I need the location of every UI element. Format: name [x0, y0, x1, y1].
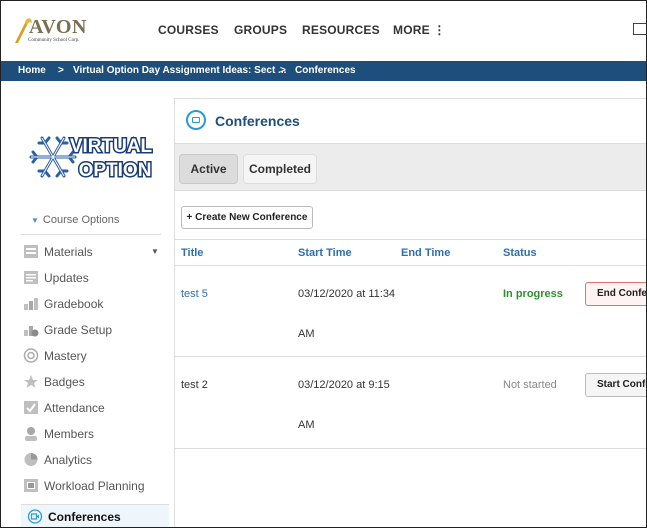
nav-resources[interactable]: RESOURCES: [302, 23, 380, 37]
sidebar-item-label: Workload Planning: [44, 479, 145, 493]
materials-icon: [24, 245, 38, 258]
attendance-icon: [24, 401, 38, 414]
course-sidebar: VIRTUAL OPTION ▼ Course Options Materials…: [1, 81, 169, 527]
sidebar-item-badges[interactable]: Badges: [23, 372, 169, 394]
nav-courses[interactable]: COURSES: [158, 23, 219, 37]
divider: [175, 239, 646, 240]
conference-icon: [186, 110, 206, 130]
gradebook-icon: [24, 298, 38, 310]
brand-name: AVON: [29, 16, 87, 38]
start-time-suffix: AM: [298, 328, 315, 340]
updates-icon: [24, 271, 38, 284]
page-header: Conferences: [175, 99, 646, 143]
brand-subtitle: Community School Corp.: [28, 38, 80, 43]
nav-more[interactable]: MORE ⋮: [393, 23, 446, 37]
workload-icon: [24, 479, 38, 492]
messages-icon[interactable]: [633, 23, 646, 35]
sidebar-item-members[interactable]: Members: [23, 424, 169, 446]
sidebar-item-label: Grade Setup: [44, 323, 113, 337]
sidebar-item-label: Mastery: [44, 349, 87, 363]
badges-icon: [24, 375, 38, 388]
members-icon: [25, 427, 37, 441]
conferences-panel: Conferences Active Completed + Create Ne…: [174, 98, 646, 527]
course-logo: VIRTUAL OPTION: [23, 112, 157, 202]
conference-icon: [27, 509, 43, 524]
tab-bar: Active Completed: [175, 143, 646, 191]
sidebar-item-label: Members: [44, 427, 95, 441]
end-conference-button[interactable]: End Conference: [585, 282, 646, 306]
sidebar-item-label: Attendance: [44, 401, 105, 415]
avon-logo[interactable]: AVON Community School Corp.: [13, 15, 121, 45]
breadcrumb-separator: >: [58, 65, 64, 76]
sidebar-item-label: Conferences: [48, 510, 121, 524]
divider: [175, 265, 646, 266]
column-header-end-time: End Time: [401, 247, 451, 259]
start-time: 03/12/2020 at 9:15: [298, 379, 390, 391]
conference-title-link[interactable]: test 5: [181, 288, 208, 300]
column-header-start-time: Start Time: [298, 247, 352, 259]
tab-completed[interactable]: Completed: [243, 154, 317, 184]
mastery-icon: [23, 348, 39, 363]
start-time-suffix: AM: [298, 419, 315, 431]
start-conference-button[interactable]: Start Conference: [585, 373, 646, 397]
column-header-status: Status: [503, 247, 537, 259]
sidebar-item-label: Analytics: [44, 453, 93, 467]
divider: [175, 356, 646, 357]
divider: [175, 448, 646, 449]
page-title: Conferences: [215, 113, 300, 129]
conference-title: test 2: [181, 379, 208, 391]
breadcrumb: Home > Virtual Option Day Assignment Ide…: [1, 61, 646, 81]
nav-groups[interactable]: GROUPS: [234, 23, 287, 37]
grade-setup-icon: [24, 326, 39, 337]
sidebar-item-label: Gradebook: [44, 297, 104, 311]
create-conference-button[interactable]: + Create New Conference: [181, 206, 313, 229]
sidebar-item-attendance[interactable]: Attendance: [23, 398, 169, 420]
breadcrumb-separator: >: [280, 65, 286, 76]
sidebar-item-mastery[interactable]: Mastery: [23, 346, 169, 368]
top-navigation: AVON Community School Corp. COURSES GROU…: [1, 1, 646, 61]
start-time: 03/12/2020 at 11:34: [298, 288, 396, 300]
sidebar-item-conferences[interactable]: Conferences: [21, 504, 169, 527]
breadcrumb-home[interactable]: Home: [18, 65, 46, 76]
breadcrumb-current: Conferences: [295, 65, 356, 76]
column-header-title: Title: [181, 247, 204, 259]
sidebar-item-materials[interactable]: Materials ▼: [23, 242, 169, 264]
sidebar-item-label: Badges: [44, 375, 85, 389]
status-badge: In progress: [503, 288, 563, 300]
chevron-down-icon[interactable]: ▼: [151, 247, 159, 256]
course-options-label: Course Options: [42, 214, 120, 226]
sidebar-item-label: Materials: [44, 245, 93, 259]
triangle-down-icon: ▼: [31, 216, 39, 225]
course-logo-line2: OPTION: [79, 160, 152, 181]
tab-active[interactable]: Active: [179, 154, 238, 184]
sidebar-item-gradebook[interactable]: Gradebook: [23, 294, 169, 316]
sidebar-item-workload-planning[interactable]: Workload Planning: [23, 476, 169, 498]
analytics-icon: [24, 453, 38, 466]
course-logo-line1: VIRTUAL: [70, 136, 153, 157]
app-window: AVON Community School Corp. COURSES GROU…: [0, 0, 647, 528]
sidebar-item-grade-setup[interactable]: Grade Setup: [23, 320, 169, 342]
divider: [21, 234, 161, 235]
course-options-toggle[interactable]: ▼ Course Options: [31, 214, 119, 226]
breadcrumb-course[interactable]: Virtual Option Day Assignment Ideas: Sec…: [73, 65, 286, 76]
status-badge: Not started: [503, 379, 557, 391]
sidebar-item-analytics[interactable]: Analytics: [23, 450, 169, 472]
snowflake-icon: VIRTUAL OPTION: [29, 135, 154, 183]
sidebar-item-updates[interactable]: Updates: [23, 268, 169, 290]
sidebar-item-label: Updates: [44, 271, 89, 285]
